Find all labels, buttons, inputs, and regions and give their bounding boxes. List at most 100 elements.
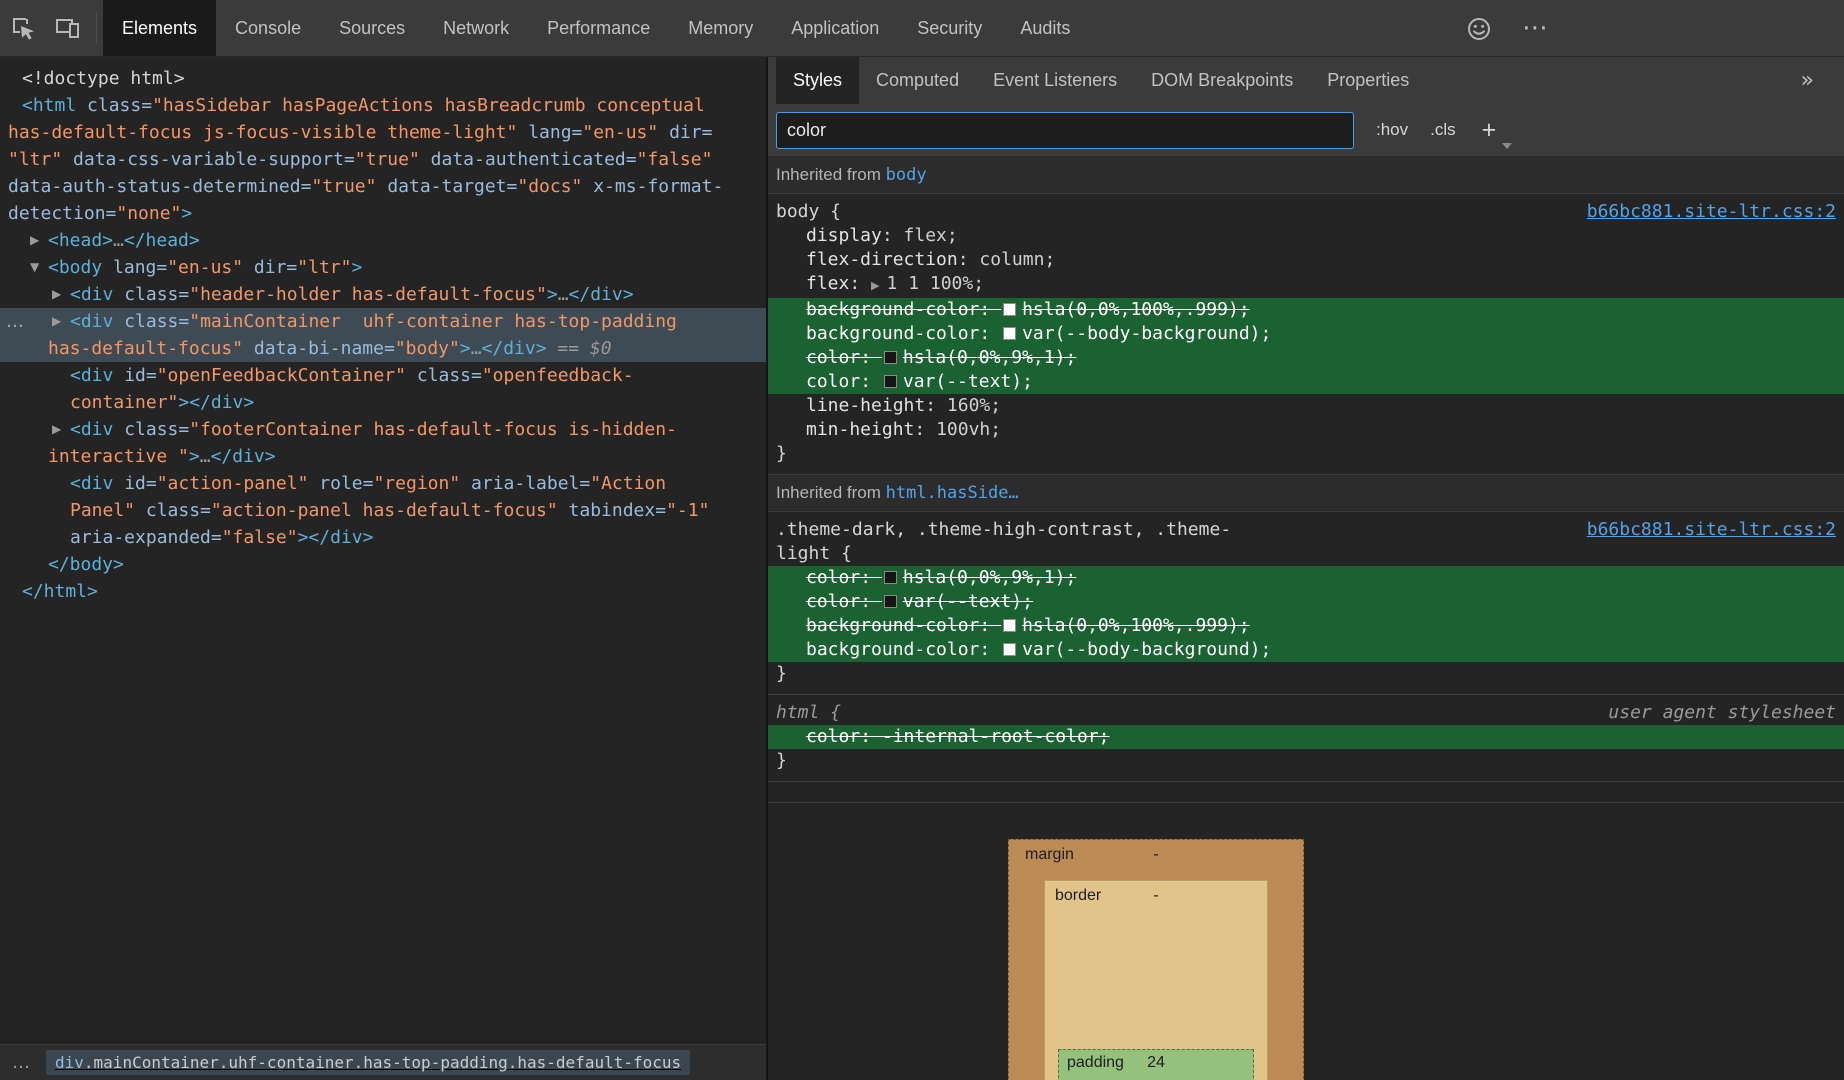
expand-arrow-icon[interactable]: ▶ [52,416,61,443]
tree-line[interactable]: container"></div> [0,389,766,416]
css-declaration[interactable]: background-color: var(--body-background)… [768,322,1844,346]
color-swatch[interactable] [1003,643,1016,656]
css-property-value: -internal-root-color [882,726,1099,747]
stylesheet-link[interactable]: b66bc881.site-ltr.css:2 [1587,200,1836,224]
expand-arrow-icon[interactable]: ▼ [30,254,39,281]
tree-line[interactable]: ▶<head>…</head> [0,227,766,254]
box-model-margin[interactable]: margin - border - padding 24 [1008,839,1304,1080]
elements-panel: <!doctype html><html class="hasSidebar h… [0,57,766,1080]
expand-arrow-icon[interactable]: ▶ [52,308,61,335]
css-declaration[interactable]: flex: ▶1 1 100%; [768,272,1844,298]
color-swatch[interactable] [1003,619,1016,632]
tree-line[interactable]: …▶<div class="mainContainer uhf-containe… [0,308,766,335]
inherited-node-link[interactable]: html.hasSide… [886,483,1019,503]
toggle-element-classes-button[interactable]: .cls [1430,120,1456,140]
css-selector[interactable]: .theme-dark, .theme-high-contrast, .them… [776,519,1231,564]
css-declaration[interactable]: background-color: hsla(0,0%,100%,.999); [768,614,1844,638]
sidebar-tab-event-listeners[interactable]: Event Listeners [976,57,1134,104]
tree-line[interactable]: interactive ">…</div> [0,443,766,470]
css-declaration[interactable]: line-height: 160%; [768,394,1844,418]
new-style-rule-button[interactable]: + [1482,118,1509,143]
breadcrumb-tag: div [55,1053,84,1072]
tree-line[interactable]: has-default-focus" data-bi-name="body">…… [0,335,766,362]
css-property-value: flex [904,225,947,246]
tree-line[interactable]: detection="none"> [0,200,766,227]
tree-line[interactable]: aria-expanded="false"></div> [0,524,766,551]
tree-line[interactable]: "ltr" data-css-variable-support="true" d… [0,146,766,173]
css-selector[interactable]: body { [776,201,841,222]
css-rule-header: body { b66bc881.site-ltr.css:2 [768,200,1844,224]
sidebar-tabs-overflow-icon[interactable]: » [1801,57,1814,104]
border-top-value[interactable]: - [1153,887,1158,905]
tree-line[interactable]: Panel" class="action-panel has-default-f… [0,497,766,524]
new-style-rule-caret-icon[interactable] [1502,143,1512,149]
tree-line[interactable]: ▶<div class="footerContainer has-default… [0,416,766,443]
tab-console[interactable]: Console [216,0,320,56]
css-rule-close-brace: } [768,749,1844,773]
color-swatch[interactable] [884,571,897,584]
color-swatch[interactable] [1003,303,1016,316]
color-swatch[interactable] [884,375,897,388]
tab-network[interactable]: Network [424,0,528,56]
styles-filter-input[interactable] [776,112,1354,149]
tab-security[interactable]: Security [898,0,1001,56]
tree-line[interactable]: has-default-focus js-focus-visible theme… [0,119,766,146]
css-selector[interactable]: html { [776,702,841,723]
margin-top-value[interactable]: - [1153,846,1158,864]
tree-line[interactable]: ▼<body lang="en-us" dir="ltr"> [0,254,766,281]
expand-arrow-icon[interactable]: ▶ [30,227,39,254]
css-declaration[interactable]: color: hsla(0,0%,9%,1); [768,346,1844,370]
css-declaration[interactable]: min-height: 100vh; [768,418,1844,442]
css-declaration[interactable]: background-color: var(--body-background)… [768,638,1844,662]
css-declaration[interactable]: color: var(--text); [768,370,1844,394]
sidebar-tab-dom-breakpoints[interactable]: DOM Breakpoints [1134,57,1310,104]
css-property-name: background-color [806,299,979,320]
tab-audits[interactable]: Audits [1001,0,1089,56]
tree-line[interactable]: </html> [0,578,766,605]
tab-memory[interactable]: Memory [669,0,772,56]
breadcrumb-overflow-icon[interactable]: … [12,1052,30,1073]
tree-line[interactable]: <div id="action-panel" role="region" ari… [0,470,766,497]
tree-line[interactable]: </body> [0,551,766,578]
color-swatch[interactable] [1003,327,1016,340]
css-declaration[interactable]: color: hsla(0,0%,9%,1); [768,566,1844,590]
css-property-name: color [806,591,860,612]
inherited-node-link[interactable]: body [886,165,927,185]
sidebar-tab-computed[interactable]: Computed [859,57,976,104]
css-declaration[interactable]: color: -internal-root-color; [768,725,1844,749]
stylesheet-link[interactable]: b66bc881.site-ltr.css:2 [1587,518,1836,542]
padding-label: padding [1067,1054,1124,1072]
shorthand-expander-icon[interactable]: ▶ [871,279,879,292]
css-declaration[interactable]: background-color: hsla(0,0%,100%,.999); [768,298,1844,322]
breadcrumb-item[interactable]: div.mainContainer.uhf-container.has-top-… [46,1050,690,1075]
tab-performance[interactable]: Performance [528,0,669,56]
devtools-body: <!doctype html><html class="hasSidebar h… [0,57,1844,1080]
css-declaration[interactable]: flex-direction: column; [768,248,1844,272]
padding-top-value[interactable]: 24 [1147,1054,1165,1072]
tab-elements[interactable]: Elements [103,0,216,56]
sidebar-tab-properties[interactable]: Properties [1310,57,1426,104]
css-declaration[interactable]: color: var(--text); [768,590,1844,614]
tab-application[interactable]: Application [772,0,898,56]
tree-line[interactable]: ▶<div class="header-holder has-default-f… [0,281,766,308]
inspect-element-icon[interactable] [0,0,45,56]
color-swatch[interactable] [884,351,897,364]
box-model-padding[interactable]: padding 24 [1058,1049,1254,1080]
overflow-menu-icon[interactable]: ⋯ [1522,0,1548,57]
toggle-pseudo-state-button[interactable]: :hov [1376,120,1408,140]
tab-sources[interactable]: Sources [320,0,424,56]
sidebar-tab-styles[interactable]: Styles [776,57,859,104]
color-swatch[interactable] [884,595,897,608]
inherited-from-header: Inherited from html.hasSide… [768,475,1844,512]
expand-arrow-icon[interactable]: ▶ [52,281,61,308]
tree-line[interactable]: <html class="hasSidebar hasPageActions h… [0,92,766,119]
box-model-border[interactable]: border - padding 24 [1044,880,1268,1080]
device-toolbar-icon[interactable] [45,0,90,56]
feedback-smiley-icon[interactable] [1466,0,1492,57]
inherited-from-header: Inherited from body [768,157,1844,194]
tree-line[interactable]: <!doctype html> [0,65,766,92]
tree-line[interactable]: data-auth-status-determined="true" data-… [0,173,766,200]
tree-line[interactable]: <div id="openFeedbackContainer" class="o… [0,362,766,389]
row-overflow-ellipsis-icon[interactable]: … [6,308,24,335]
css-declaration[interactable]: display: flex; [768,224,1844,248]
